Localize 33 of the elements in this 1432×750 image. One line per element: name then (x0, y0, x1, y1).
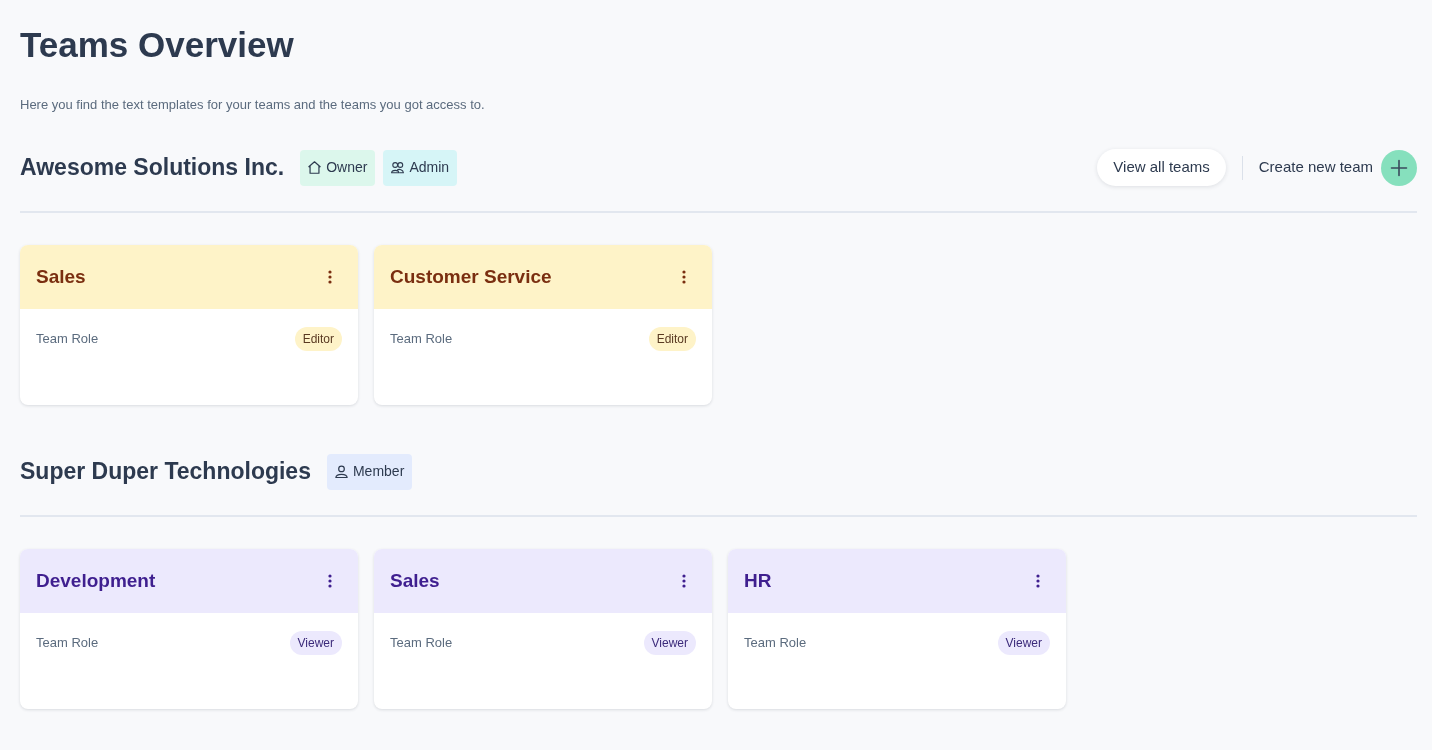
view-all-teams-button[interactable]: View all teams (1097, 149, 1226, 186)
user-icon (334, 465, 348, 478)
team-role-tag: Viewer (997, 631, 1050, 655)
organization-name: Awesome Solutions Inc. (20, 153, 285, 182)
role-tag: Admin (383, 149, 458, 186)
team-role-tag: Editor (294, 327, 342, 351)
vertical-dots-icon (682, 574, 686, 588)
users-icon (391, 161, 405, 174)
team-role-tag: Editor (648, 327, 696, 351)
team-role-label: Team Role (36, 330, 99, 349)
page-subtitle: Here you find the text templates for your teams and the teams you got access to. (20, 96, 486, 114)
vertical-dots-icon (328, 574, 332, 588)
role-tag: Member (326, 453, 413, 490)
team-name: Sales (36, 265, 86, 289)
vertical-dots-icon (328, 270, 332, 284)
team-role-label: Team Role (390, 330, 453, 349)
vertical-dots-icon (682, 270, 686, 284)
team-name: Customer Service (390, 265, 552, 289)
team-role-tag: Viewer (289, 631, 342, 655)
page-title: Teams Overview (20, 24, 295, 66)
team-role-tag: Viewer (643, 631, 696, 655)
role-tag: Owner (300, 149, 376, 186)
team-role-label: Team Role (36, 634, 99, 653)
team-name: Development (36, 569, 156, 593)
team-role-label: Team Role (390, 634, 453, 653)
team-name: HR (744, 569, 772, 593)
create-team-button[interactable]: Create new team (1258, 149, 1417, 186)
team-name: Sales (390, 569, 440, 593)
home-icon (308, 161, 322, 174)
organization-name: Super Duper Technologies (20, 457, 311, 486)
plus-icon (1381, 149, 1417, 186)
vertical-dots-icon (1036, 574, 1040, 588)
team-role-label: Team Role (744, 634, 807, 653)
